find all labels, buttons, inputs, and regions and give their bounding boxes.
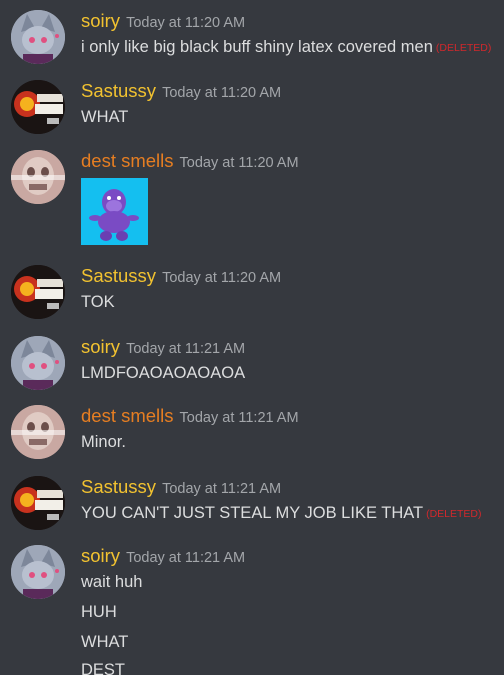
- timestamp: Today at 11:20 AM: [162, 270, 282, 286]
- deleted-tag: (DELETED): [426, 508, 482, 520]
- timestamp: Today at 11:20 AM: [162, 85, 282, 101]
- deleted-tag: (DELETED): [435, 42, 492, 54]
- avatar[interactable]: [11, 336, 65, 390]
- message-text: HUH: [81, 603, 117, 621]
- avatar[interactable]: [11, 80, 65, 134]
- message-text: DEST: [81, 661, 126, 675]
- message-text: Minor.: [81, 433, 126, 451]
- username[interactable]: dest smells: [81, 405, 174, 426]
- username[interactable]: dest smells: [81, 150, 174, 171]
- avatar[interactable]: [11, 10, 65, 64]
- image-attachment[interactable]: [81, 178, 148, 245]
- username[interactable]: Sastussy: [81, 80, 156, 101]
- message-text: TOK: [81, 293, 115, 311]
- avatar[interactable]: [11, 405, 65, 459]
- message-text: wait huh: [81, 573, 143, 591]
- avatar[interactable]: [11, 545, 65, 599]
- message-body: YOU CAN'T JUST STEAL MY JOB LIKE THAT: [81, 504, 424, 522]
- username[interactable]: soiry: [81, 10, 120, 31]
- timestamp: Today at 11:21 AM: [162, 481, 282, 497]
- timestamp: Today at 11:20 AM: [179, 155, 299, 171]
- avatar[interactable]: [11, 150, 65, 204]
- message-text: WHAT: [81, 108, 129, 126]
- username[interactable]: soiry: [81, 545, 120, 566]
- message-body: i only like big black buff shiny latex c…: [81, 38, 433, 56]
- chat-message-list[interactable]: soiry Today at 11:20 AM i only like big b…: [0, 0, 504, 675]
- timestamp: Today at 11:21 AM: [126, 550, 246, 566]
- timestamp: Today at 11:20 AM: [126, 15, 246, 31]
- timestamp: Today at 11:21 AM: [126, 341, 246, 357]
- message-text: LMDFOAOAOAOAOA: [81, 364, 246, 382]
- message-text: i only like big black buff shiny latex c…: [81, 38, 491, 57]
- timestamp: Today at 11:21 AM: [179, 410, 299, 426]
- username[interactable]: Sastussy: [81, 265, 156, 286]
- avatar[interactable]: [11, 265, 65, 319]
- message-text: YOU CAN'T JUST STEAL MY JOB LIKE THAT (DE…: [81, 504, 482, 523]
- message-text: WHAT: [81, 633, 129, 651]
- avatar[interactable]: [11, 476, 65, 530]
- username[interactable]: soiry: [81, 336, 120, 357]
- username[interactable]: Sastussy: [81, 476, 156, 497]
